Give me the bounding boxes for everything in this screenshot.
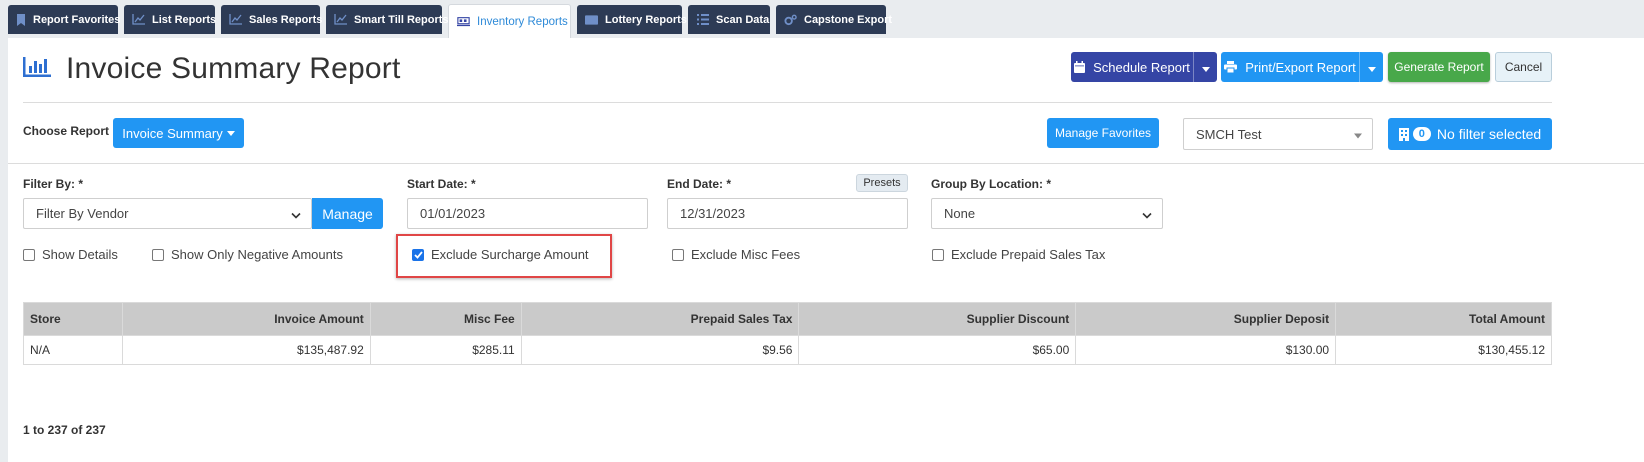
end-date-label: End Date: * xyxy=(667,177,732,191)
checkbox-box[interactable] xyxy=(152,248,164,261)
column-header-invoice-amount[interactable]: Invoice Amount xyxy=(121,302,371,336)
report-tab-bar: Report Favorites List Reports Sales Repo… xyxy=(0,0,1644,39)
print-dropdown-toggle[interactable] xyxy=(1359,52,1383,82)
calendar-icon xyxy=(1074,61,1086,73)
chevron-down-icon xyxy=(291,206,301,221)
tab-list-reports[interactable]: List Reports xyxy=(124,5,216,34)
tab-smart-till-reports[interactable]: Smart Till Reports xyxy=(326,5,449,34)
divider xyxy=(8,163,1644,164)
manage-filter-button[interactable]: Manage xyxy=(312,198,383,229)
caret-down-icon xyxy=(226,130,235,136)
chart-line-icon xyxy=(334,13,347,26)
cell-total-amount: $130,455.12 xyxy=(1335,335,1552,365)
column-header-prepaid-sales-tax[interactable]: Prepaid Sales Tax xyxy=(520,302,800,336)
end-date-input[interactable]: 12/31/2023 xyxy=(667,198,908,229)
tab-report-favorites[interactable]: Report Favorites xyxy=(8,5,120,34)
exclude-misc-fees-checkbox[interactable]: Exclude Misc Fees xyxy=(672,247,800,262)
printer-icon xyxy=(1224,61,1238,73)
manage-favorites-button[interactable]: Manage Favorites xyxy=(1047,118,1159,148)
tab-inventory-reports[interactable]: Inventory Reports xyxy=(448,4,571,39)
exclude-prepaid-tax-checkbox[interactable]: Exclude Prepaid Sales Tax xyxy=(932,247,1105,262)
caret-down-icon xyxy=(1201,60,1210,75)
choose-report-label: Choose Report xyxy=(23,124,110,138)
start-date-input[interactable]: 01/01/2023 xyxy=(407,198,648,229)
column-header-supplier-discount[interactable]: Supplier Discount xyxy=(798,302,1077,336)
filter-by-select[interactable]: Filter By Vendor xyxy=(23,198,312,229)
exclude-surcharge-checkbox[interactable]: Exclude Surcharge Amount xyxy=(412,247,589,262)
checkmark-icon[interactable] xyxy=(412,248,424,261)
pallet-icon xyxy=(457,16,470,29)
filter-selection-button[interactable]: 0 No filter selected xyxy=(1388,118,1552,150)
cogs-icon xyxy=(784,13,797,26)
bookmark-icon xyxy=(16,13,26,26)
chart-line-icon xyxy=(229,13,242,26)
cell-misc-fee: $285.11 xyxy=(369,335,522,365)
checkbox-box[interactable] xyxy=(23,248,35,261)
schedule-dropdown-toggle[interactable] xyxy=(1193,52,1217,82)
group-by-location-select[interactable]: None xyxy=(931,198,1163,229)
cell-store: N/A xyxy=(23,335,123,365)
ticket-icon xyxy=(585,13,598,26)
cancel-button[interactable]: Cancel xyxy=(1495,52,1552,82)
filter-by-label: Filter By: * xyxy=(23,177,84,191)
table-row: N/A $135,487.92 $285.11 $9.56 $65.00 $13… xyxy=(23,335,1552,365)
checkbox-box[interactable] xyxy=(932,248,944,261)
tab-sales-reports[interactable]: Sales Reports xyxy=(221,5,322,34)
filter-count-badge: 0 xyxy=(1412,127,1431,141)
column-header-supplier-deposit[interactable]: Supplier Deposit xyxy=(1075,302,1337,336)
pagination-summary: 1 to 237 of 237 xyxy=(23,423,106,437)
divider xyxy=(23,102,1552,103)
print-export-button[interactable]: Print/Export Report xyxy=(1221,52,1383,82)
tab-capstone-export[interactable]: Capstone Export xyxy=(776,5,892,34)
chevron-down-icon xyxy=(1142,206,1152,221)
report-type-dropdown[interactable]: Invoice Summary xyxy=(113,118,244,148)
start-date-label: Start Date: * xyxy=(407,177,476,191)
caret-down-icon xyxy=(1354,127,1362,142)
show-details-checkbox[interactable]: Show Details xyxy=(23,247,118,262)
group-by-location-label: Group By Location: * xyxy=(931,177,1051,191)
list-icon xyxy=(696,13,709,26)
summary-table: Store Invoice Amount Misc Fee Prepaid Sa… xyxy=(23,302,1552,365)
report-panel: Invoice Summary Report Schedule Report P… xyxy=(8,38,1644,462)
tab-lottery-reports[interactable]: Lottery Reports xyxy=(577,5,687,34)
page-title: Invoice Summary Report xyxy=(66,52,401,85)
bar-chart-icon xyxy=(23,57,51,82)
column-header-store[interactable]: Store xyxy=(23,302,123,336)
schedule-report-button[interactable]: Schedule Report xyxy=(1071,52,1217,82)
cell-prepaid-sales-tax: $9.56 xyxy=(520,335,800,365)
generate-report-button[interactable]: Generate Report xyxy=(1388,52,1490,82)
store-select[interactable]: SMCH Test xyxy=(1183,118,1373,150)
print-export-main[interactable]: Print/Export Report xyxy=(1221,52,1359,82)
presets-button[interactable]: Presets xyxy=(856,174,908,192)
cell-supplier-deposit: $130.00 xyxy=(1075,335,1337,365)
caret-down-icon xyxy=(1367,60,1376,75)
tab-scan-data[interactable]: Scan Data xyxy=(688,5,770,34)
column-header-total-amount[interactable]: Total Amount xyxy=(1335,302,1552,336)
table-header-row: Store Invoice Amount Misc Fee Prepaid Sa… xyxy=(23,302,1552,336)
cell-invoice-amount: $135,487.92 xyxy=(121,335,371,365)
checkbox-box[interactable] xyxy=(672,248,684,261)
column-header-misc-fee[interactable]: Misc Fee xyxy=(369,302,522,336)
show-negative-amounts-checkbox[interactable]: Show Only Negative Amounts xyxy=(152,247,343,262)
schedule-report-main[interactable]: Schedule Report xyxy=(1071,52,1193,82)
chart-line-icon xyxy=(132,13,145,26)
cell-supplier-discount: $65.00 xyxy=(798,335,1077,365)
building-icon xyxy=(1398,127,1409,141)
